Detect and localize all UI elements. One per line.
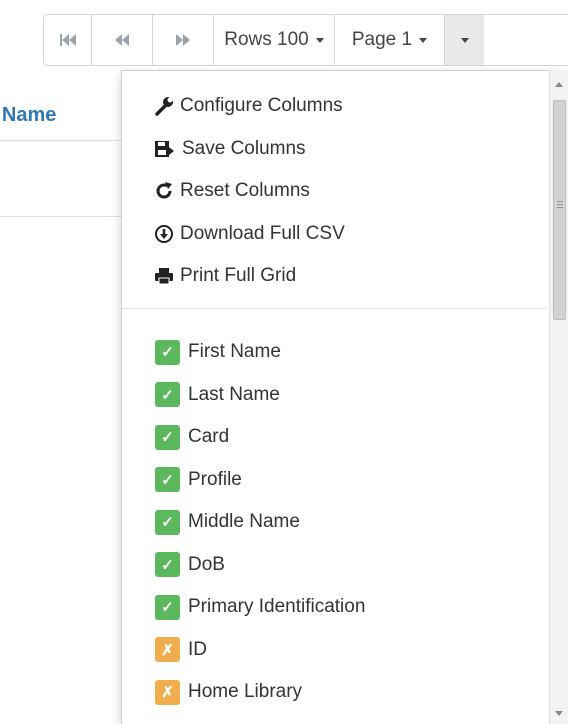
scroll-down-arrow-icon[interactable] xyxy=(555,711,563,716)
backward-icon xyxy=(115,34,129,46)
wrench-icon xyxy=(155,97,173,116)
rows-per-page-label: Rows 100 xyxy=(224,29,309,50)
checkbox-checked-icon[interactable]: ✓ xyxy=(155,509,180,535)
scroll-up-arrow-icon[interactable] xyxy=(555,82,563,87)
refresh-icon xyxy=(156,182,172,199)
checkbox-checked-icon[interactable]: ✓ xyxy=(155,382,180,408)
checkbox-checked-icon[interactable]: ✓ xyxy=(155,467,180,493)
save-columns-item[interactable]: Save Columns xyxy=(122,128,542,171)
checkbox-excluded-icon[interactable]: ✗ xyxy=(155,637,180,663)
menu-item-label: Save Columns xyxy=(182,137,306,159)
checkbox-checked-icon[interactable]: ✓ xyxy=(155,594,180,620)
column-toggle-label: Profile xyxy=(188,468,242,490)
checkbox-checked-icon[interactable]: ✓ xyxy=(155,339,180,365)
menu-actions: Configure Columns Save Columns Reset Col… xyxy=(122,85,542,298)
previous-page-button[interactable] xyxy=(92,15,153,65)
column-toggle-label: Middle Name xyxy=(188,511,300,533)
header-divider xyxy=(0,140,125,141)
column-toggle-item[interactable]: ✓ Card xyxy=(122,416,542,459)
print-full-grid-item[interactable]: Print Full Grid xyxy=(122,255,542,298)
column-header-middle-name[interactable]: Middle Name xyxy=(0,104,125,127)
checkbox-checked-icon[interactable]: ✓ xyxy=(155,424,180,450)
next-page-button[interactable] xyxy=(153,15,214,65)
chevron-down-icon xyxy=(315,37,324,43)
column-toggle-label: Home Library xyxy=(188,681,303,703)
menu-item-label: Configure Columns xyxy=(180,95,343,117)
printer-icon xyxy=(155,268,173,285)
first-page-icon xyxy=(59,34,76,46)
menu-item-label: Print Full Grid xyxy=(180,265,297,287)
column-toggle-label: First Name xyxy=(188,341,281,363)
menu-divider xyxy=(122,308,547,309)
pager-toolbar: Rows 100 Page 1 xyxy=(43,14,568,66)
reset-columns-item[interactable]: Reset Columns xyxy=(122,170,542,213)
column-toggle-item[interactable]: ✓ DoB xyxy=(122,544,542,587)
first-page-button[interactable] xyxy=(44,15,92,65)
configure-columns-item[interactable]: Configure Columns xyxy=(122,85,542,128)
rows-per-page-dropdown[interactable]: Rows 100 xyxy=(214,15,335,65)
column-toggle-label: ID xyxy=(188,638,207,660)
column-toggle-item[interactable]: ✓ First Name xyxy=(122,331,542,374)
column-toggle-label: Primary Identification xyxy=(188,596,366,618)
chevron-down-icon xyxy=(419,37,428,43)
grid-header-area: Middle Name xyxy=(0,88,125,217)
column-toggle-label: Last Name xyxy=(188,383,280,405)
column-toggle-item[interactable]: ✓ Primary Identification xyxy=(122,586,542,629)
floppy-save-icon xyxy=(155,140,174,157)
menu-scrollbar[interactable] xyxy=(549,70,568,724)
page-select-dropdown[interactable]: Page 1 xyxy=(335,15,445,65)
grid-options-menu: Configure Columns Save Columns Reset Col… xyxy=(121,70,568,724)
column-toggle-label: DoB xyxy=(188,553,225,575)
column-toggle-item[interactable]: ✓ Profile xyxy=(122,459,542,502)
menu-item-label: Download Full CSV xyxy=(180,222,345,244)
checkbox-checked-icon[interactable]: ✓ xyxy=(155,552,180,578)
download-full-csv-item[interactable]: Download Full CSV xyxy=(122,213,542,256)
scrollbar-thumb[interactable] xyxy=(553,100,566,320)
grip-icon xyxy=(557,201,563,202)
column-toggle-item[interactable]: ✗ ID xyxy=(122,629,542,672)
grid-options-toggle[interactable] xyxy=(445,15,484,65)
menu-item-label: Reset Columns xyxy=(180,180,310,202)
chevron-down-icon xyxy=(460,37,469,43)
column-visibility-list: ✓ First Name ✓ Last Name ✓ Card ✓ Profile ✓ Middl… xyxy=(122,331,542,714)
page-select-label: Page 1 xyxy=(351,29,413,50)
column-header-label: Middle Name xyxy=(0,104,57,126)
checkbox-excluded-icon[interactable]: ✗ xyxy=(155,679,180,705)
column-toggle-item[interactable]: ✗ Home Library xyxy=(122,671,542,714)
column-toggle-item[interactable]: ✓ Middle Name xyxy=(122,501,542,544)
download-circle-icon xyxy=(155,224,173,243)
forward-icon xyxy=(176,34,190,46)
column-toggle-item[interactable]: ✓ Last Name xyxy=(122,374,542,417)
column-toggle-label: Card xyxy=(188,426,230,448)
